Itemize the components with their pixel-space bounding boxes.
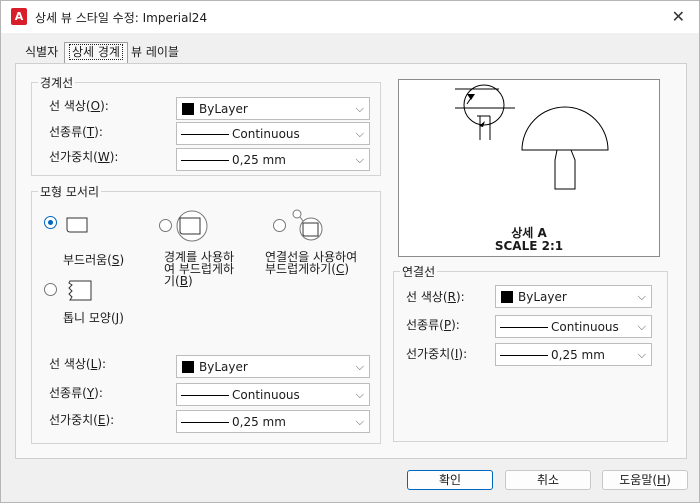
lineweight-sample	[500, 355, 548, 356]
chevron-down-icon: ⌵	[355, 127, 364, 140]
close-icon[interactable]: ✕	[672, 7, 685, 26]
boundary-lineweight-select[interactable]: 0,25 mm ⌵	[176, 148, 370, 171]
detail-preview: 상세 A SCALE 2:1	[398, 79, 660, 257]
connection-linetype-label: 선종류(P):	[406, 318, 460, 332]
chevron-down-icon: ⌵	[637, 290, 646, 303]
tab-detail-boundary-label: 상세 경계	[69, 44, 123, 60]
boundary-color-label: 선 색상(O):	[49, 99, 109, 113]
smooth-with-connection-icon	[292, 209, 323, 241]
edge-linetype-label: 선종류(Y):	[49, 386, 103, 400]
tab-identifier[interactable]: 식별자	[21, 43, 62, 63]
chevron-down-icon: ⌵	[355, 415, 364, 428]
title-bar: A 상세 뷰 스타일 수정: Imperial24 ✕	[1, 1, 699, 33]
jagged-edge-icon	[68, 280, 92, 301]
radio-smooth-with-connection[interactable]	[273, 219, 286, 232]
edge-linetype-select[interactable]: Continuous ⌵	[176, 383, 370, 406]
smooth-edge-icon	[66, 217, 88, 233]
radio-smooth-with-connection-label: 연결선을 사용하여 부드럽게하기(C)	[265, 250, 358, 276]
cancel-button[interactable]: 취소	[505, 470, 591, 490]
edge-lineweight-label: 선가중치(E):	[49, 413, 115, 427]
connection-lineweight-select[interactable]: 0,25 mm ⌵	[495, 343, 652, 366]
linetype-sample	[500, 327, 548, 328]
edge-color-select[interactable]: ByLayer ⌵	[176, 355, 370, 378]
connection-color-select[interactable]: ByLayer ⌵	[495, 285, 652, 308]
radio-jagged[interactable]	[44, 283, 57, 296]
lineweight-sample	[181, 422, 229, 423]
window-title: 상세 뷰 스타일 수정: Imperial24	[35, 11, 208, 25]
model-edge-title: 모형 모서리	[38, 183, 102, 200]
color-swatch	[501, 291, 513, 303]
color-swatch	[182, 361, 194, 373]
chevron-down-icon: ⌵	[355, 153, 364, 166]
radio-smooth[interactable]	[44, 216, 57, 229]
radio-smooth-with-border[interactable]	[159, 219, 172, 232]
connection-lineweight-label: 선가중치(I):	[406, 347, 468, 361]
autocad-app-icon: A	[11, 8, 27, 25]
tab-view-label[interactable]: 뷰 레이블	[127, 43, 183, 63]
linetype-sample	[181, 134, 229, 135]
connection-line-title: 연결선	[400, 263, 438, 280]
detail-view-style-dialog: A 상세 뷰 스타일 수정: Imperial24 ✕ 식별자 상세 경계 뷰 …	[0, 0, 700, 503]
boundary-linetype-select[interactable]: Continuous ⌵	[176, 122, 370, 145]
radio-jagged-label: 톱니 모양(J)	[63, 311, 124, 325]
chevron-down-icon: ⌵	[637, 348, 646, 361]
color-swatch	[182, 103, 194, 115]
radio-smooth-with-border-label: 경계를 사용하 여 부드럽게하 기(B)	[164, 250, 235, 288]
smooth-with-border-icon	[176, 210, 208, 242]
radio-smooth-label: 부드러움(S)	[63, 253, 125, 267]
chevron-down-icon: ⌵	[355, 388, 364, 401]
tab-detail-boundary[interactable]: 상세 경계	[64, 42, 128, 64]
chevron-down-icon: ⌵	[637, 320, 646, 333]
boundary-linetype-label: 선종류(T):	[49, 125, 103, 139]
linetype-sample	[181, 395, 229, 396]
connection-color-label: 선 색상(R):	[406, 290, 465, 304]
connection-linetype-select[interactable]: Continuous ⌵	[495, 315, 652, 338]
boundary-color-select[interactable]: ByLayer ⌵	[176, 97, 370, 120]
edge-lineweight-select[interactable]: 0,25 mm ⌵	[176, 410, 370, 433]
preview-caption-scale: SCALE 2:1	[494, 239, 564, 253]
boundary-lines-title: 경계선	[38, 74, 76, 91]
edge-color-label: 선 색상(L):	[49, 357, 107, 371]
boundary-lineweight-label: 선가중치(W):	[49, 150, 119, 164]
ok-button[interactable]: 확인	[407, 470, 493, 490]
help-button[interactable]: 도움말(H)	[602, 470, 688, 490]
chevron-down-icon: ⌵	[355, 102, 364, 115]
chevron-down-icon: ⌵	[355, 360, 364, 373]
lineweight-sample	[181, 160, 229, 161]
